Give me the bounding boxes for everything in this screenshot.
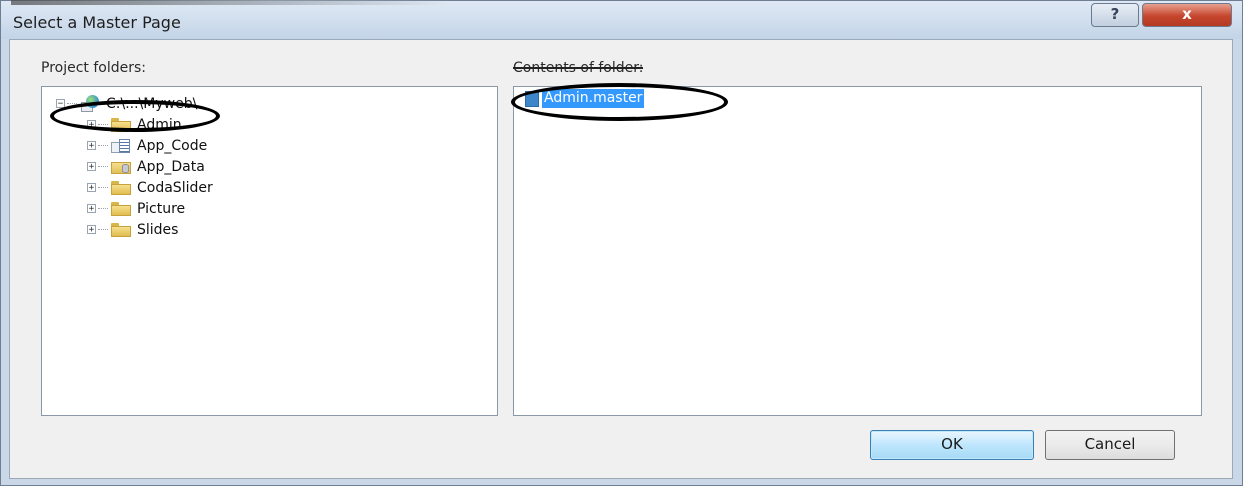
folder-icon <box>111 180 131 195</box>
folder-icon <box>111 222 131 237</box>
folder-icon <box>111 201 131 216</box>
project-folders-tree[interactable]: − C:\...\Myweb\ + Admin + App_Code + App… <box>41 86 498 416</box>
select-master-page-dialog: Select a Master Page ? x Project folders… <box>0 0 1243 486</box>
expand-toggle-icon[interactable]: + <box>87 162 96 172</box>
tree-item-label: Picture <box>137 200 186 217</box>
help-button[interactable]: ? <box>1091 3 1139 27</box>
annotation-circle-admin <box>50 100 220 132</box>
tree-item-label: App_Code <box>137 137 208 154</box>
data-folder-icon <box>111 160 131 174</box>
tree-item-app-data[interactable]: + App_Data <box>87 156 205 177</box>
tree-connector <box>98 187 108 188</box>
dialog-body: Project folders: Contents of folder: − C… <box>9 39 1233 479</box>
contents-of-folder-list[interactable] <box>513 86 1202 416</box>
tree-item-label: App_Data <box>137 158 205 175</box>
tree-item-picture[interactable]: + Picture <box>87 198 185 219</box>
tree-item-label: CodaSlider <box>137 179 213 196</box>
expand-toggle-icon[interactable]: + <box>87 204 96 214</box>
contents-of-folder-label: Contents of folder: <box>513 60 644 76</box>
title-bar: Select a Master Page ? x <box>1 0 1242 39</box>
tree-item-app-code[interactable]: + App_Code <box>87 135 207 156</box>
expand-toggle-icon[interactable]: + <box>87 141 96 151</box>
tree-connector <box>98 208 108 209</box>
background-window-fragment <box>11 0 451 5</box>
tree-connector <box>98 229 108 230</box>
expand-toggle-icon[interactable]: + <box>87 225 96 235</box>
ok-button[interactable]: OK <box>870 430 1034 460</box>
annotation-strike <box>513 67 644 69</box>
close-button[interactable]: x <box>1142 3 1232 27</box>
dialog-title: Select a Master Page <box>13 13 181 32</box>
tree-connector <box>98 166 108 167</box>
cancel-button[interactable]: Cancel <box>1045 430 1175 460</box>
tree-item-label: Slides <box>137 221 179 238</box>
tree-item-slides[interactable]: + Slides <box>87 219 178 240</box>
code-folder-icon <box>111 138 131 153</box>
tree-connector <box>98 145 108 146</box>
tree-item-codaslider[interactable]: + CodaSlider <box>87 177 213 198</box>
project-folders-label: Project folders: <box>41 60 146 76</box>
annotation-circle-master <box>511 83 728 121</box>
expand-toggle-icon[interactable]: + <box>87 183 96 193</box>
